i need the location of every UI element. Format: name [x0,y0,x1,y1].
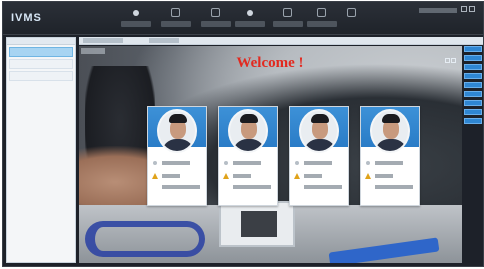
card-info-line [162,185,200,189]
photo-hair [311,114,329,123]
info-dot [153,161,157,165]
card-info-line [233,185,271,189]
face-match-card[interactable] [289,106,349,206]
panel-header [7,38,75,45]
card-info-line [375,185,413,189]
info-dot [295,161,299,165]
face-photo [299,109,339,153]
resource-tree-panel [6,37,76,263]
video-id-badge [219,201,295,247]
side-button[interactable] [464,46,482,52]
minimize-icon[interactable] [461,6,467,12]
remote-playback-icon [171,8,180,17]
card-info-line [375,174,393,178]
card-info-line [162,174,180,178]
photo-shirt [375,139,407,151]
toolbar-event-center-button[interactable] [201,6,231,32]
warning-icon [152,173,158,179]
event-center-icon [211,8,220,17]
face-photo [157,109,197,153]
app-logo: IVMS [11,12,42,24]
toolbar-configuration-button[interactable] [307,6,337,32]
face-library-icon [283,8,292,17]
tree-item[interactable] [9,59,73,69]
tab-placeholder[interactable] [149,38,179,43]
card-info-line [304,174,322,178]
top-toolbar: IVMS [3,2,483,35]
card-name-line [233,161,261,165]
photo-hair [240,114,258,123]
main-view-icon [133,10,139,16]
close-icon[interactable] [451,58,456,63]
camera-label [81,48,105,54]
card-info-line [304,185,342,189]
photo-hair [169,114,187,123]
side-button[interactable] [464,100,482,106]
face-photo [228,109,268,153]
monitor-icon [347,8,356,17]
photo-shirt [162,139,194,151]
device-management-icon [247,10,253,16]
side-button[interactable] [464,118,482,124]
side-button[interactable] [464,109,482,115]
info-dot [366,161,370,165]
welcome-banner: Welcome ! [236,55,304,71]
toolbar-label-placeholder [273,21,303,27]
video-controls [444,48,458,63]
close-icon[interactable] [469,6,475,12]
configuration-icon [317,8,326,17]
info-dot [224,161,228,165]
view-tab-strip [79,37,483,45]
live-video-view[interactable]: Welcome ! [79,46,462,263]
tab-placeholder[interactable] [83,38,123,43]
app-window: IVMS Welcome ! [2,1,484,267]
side-button[interactable] [464,91,482,97]
card-info-line [233,174,251,178]
video-cable [85,221,205,257]
face-match-card[interactable] [360,106,420,206]
toolbar-monitor-button[interactable] [337,6,367,32]
side-button[interactable] [464,73,482,79]
card-name-line [162,161,190,165]
toolbar-label-placeholder [161,21,191,27]
window-controls [419,6,477,16]
card-name-line [375,161,403,165]
tree-item-selected[interactable] [9,47,73,57]
side-button[interactable] [464,55,482,61]
photo-shirt [304,139,336,151]
photo-hair [382,114,400,123]
warning-icon [294,173,300,179]
toolbar-face-library-button[interactable] [273,6,303,32]
fullscreen-icon[interactable] [445,58,450,63]
toolbar-label-placeholder [235,21,265,27]
toolbar-main-view-button[interactable] [121,6,151,32]
toolbar-label-placeholder [201,21,231,27]
tree-item[interactable] [9,71,73,81]
right-side-toolbar [463,46,483,140]
toolbar-device-management-button[interactable] [235,6,265,32]
card-name-line [304,161,332,165]
face-photo [370,109,410,153]
warning-icon [365,173,371,179]
warning-icon [223,173,229,179]
side-button[interactable] [464,82,482,88]
side-button[interactable] [464,64,482,70]
user-icon[interactable] [419,8,457,13]
face-match-card[interactable] [218,106,278,206]
toolbar-remote-playback-button[interactable] [161,6,191,32]
face-match-card[interactable] [147,106,207,206]
toolbar-label-placeholder [307,21,337,27]
photo-shirt [233,139,265,151]
toolbar-label-placeholder [121,21,151,27]
